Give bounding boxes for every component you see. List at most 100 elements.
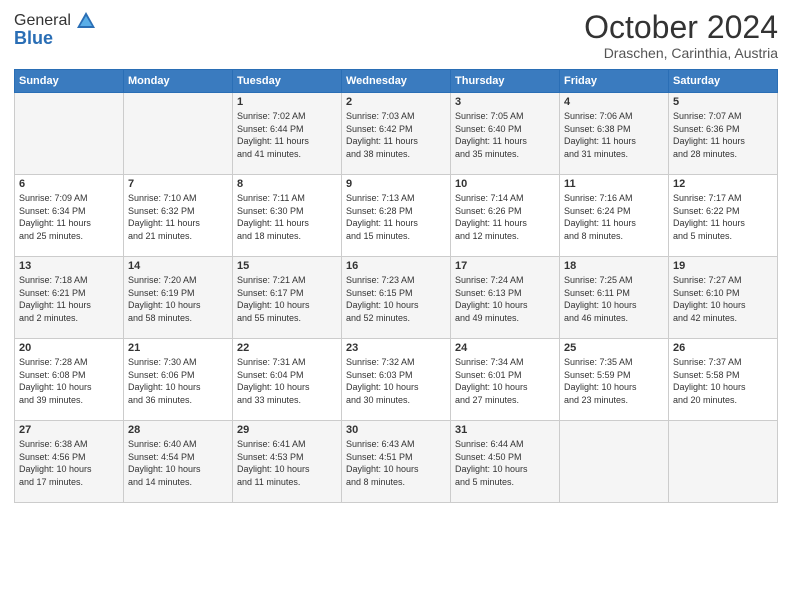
cell-info: Sunrise: 7:05 AMSunset: 6:40 PMDaylight:…	[455, 110, 555, 160]
calendar-cell: 25Sunrise: 7:35 AMSunset: 5:59 PMDayligh…	[560, 339, 669, 421]
header-cell-friday: Friday	[560, 70, 669, 93]
week-row-4: 20 Sunrise: 7:28 AMSunset: 6:08 PMDayligh…	[15, 339, 778, 421]
day-number: 1	[237, 96, 337, 108]
cell-info: Sunrise: 7:06 AMSunset: 6:38 PMDaylight:…	[564, 110, 664, 160]
header-cell-sunday: Sunday	[15, 70, 124, 93]
cell-info: Sunrise: 7:28 AMSunset: 6:08 PMDaylight:…	[19, 356, 119, 406]
calendar-cell	[669, 421, 778, 503]
calendar-cell: 19Sunrise: 7:27 AMSunset: 6:10 PMDayligh…	[669, 257, 778, 339]
cell-info: Sunrise: 7:10 AMSunset: 6:32 PMDaylight:…	[128, 192, 228, 242]
header-cell-monday: Monday	[124, 70, 233, 93]
day-number: 27	[19, 424, 119, 436]
calendar-cell: 13 Sunrise: 7:18 AMSunset: 6:21 PMDayligh…	[15, 257, 124, 339]
calendar-cell: 15Sunrise: 7:21 AMSunset: 6:17 PMDayligh…	[233, 257, 342, 339]
day-number: 31	[455, 424, 555, 436]
day-number: 4	[564, 96, 664, 108]
calendar-cell	[15, 93, 124, 175]
calendar-cell: 11 Sunrise: 7:16 AMSunset: 6:24 PMDayligh…	[560, 175, 669, 257]
day-number: 13	[19, 260, 119, 272]
cell-info: Sunrise: 7:32 AMSunset: 6:03 PMDaylight:…	[346, 356, 446, 406]
logo: General Blue	[14, 10, 97, 49]
header-cell-saturday: Saturday	[669, 70, 778, 93]
header-cell-thursday: Thursday	[451, 70, 560, 93]
cell-info: Sunrise: 7:30 AMSunset: 6:06 PMDaylight:…	[128, 356, 228, 406]
logo-icon	[75, 10, 97, 32]
calendar-cell: 30 Sunrise: 6:43 AMSunset: 4:51 PMDayligh…	[342, 421, 451, 503]
calendar-cell: 23 Sunrise: 7:32 AMSunset: 6:03 PMDayligh…	[342, 339, 451, 421]
title-section: October 2024 Draschen, Carinthia, Austri…	[584, 10, 778, 61]
calendar-cell: 28Sunrise: 6:40 AMSunset: 4:54 PMDayligh…	[124, 421, 233, 503]
cell-info: Sunrise: 7:02 AMSunset: 6:44 PMDaylight:…	[237, 110, 337, 160]
cell-info: Sunrise: 6:44 AMSunset: 4:50 PMDaylight:…	[455, 438, 555, 488]
calendar-table: SundayMondayTuesdayWednesdayThursdayFrid…	[14, 69, 778, 503]
calendar-cell: 16 Sunrise: 7:23 AMSunset: 6:15 PMDayligh…	[342, 257, 451, 339]
cell-info: Sunrise: 7:18 AMSunset: 6:21 PMDaylight:…	[19, 274, 119, 324]
calendar-cell: 12 Sunrise: 7:17 AMSunset: 6:22 PMDayligh…	[669, 175, 778, 257]
calendar-cell: 5 Sunrise: 7:07 AMSunset: 6:36 PMDaylight…	[669, 93, 778, 175]
day-number: 2	[346, 96, 446, 108]
calendar-cell: 6 Sunrise: 7:09 AMSunset: 6:34 PMDaylight…	[15, 175, 124, 257]
calendar-cell	[124, 93, 233, 175]
calendar-cell: 31 Sunrise: 6:44 AMSunset: 4:50 PMDayligh…	[451, 421, 560, 503]
day-number: 12	[673, 178, 773, 190]
cell-info: Sunrise: 6:41 AMSunset: 4:53 PMDaylight:…	[237, 438, 337, 488]
day-number: 9	[346, 178, 446, 190]
header-cell-tuesday: Tuesday	[233, 70, 342, 93]
cell-info: Sunrise: 6:43 AMSunset: 4:51 PMDaylight:…	[346, 438, 446, 488]
day-number: 11	[564, 178, 664, 190]
week-row-2: 6 Sunrise: 7:09 AMSunset: 6:34 PMDaylight…	[15, 175, 778, 257]
month-title: October 2024	[584, 10, 778, 45]
day-number: 25	[564, 342, 664, 354]
calendar-cell: 9 Sunrise: 7:13 AMSunset: 6:28 PMDaylight…	[342, 175, 451, 257]
calendar-cell: 21 Sunrise: 7:30 AMSunset: 6:06 PMDayligh…	[124, 339, 233, 421]
day-number: 16	[346, 260, 446, 272]
week-row-1: 1 Sunrise: 7:02 AMSunset: 6:44 PMDaylight…	[15, 93, 778, 175]
calendar-cell: 2 Sunrise: 7:03 AMSunset: 6:42 PMDaylight…	[342, 93, 451, 175]
day-number: 20	[19, 342, 119, 354]
day-number: 30	[346, 424, 446, 436]
calendar-cell: 8 Sunrise: 7:11 AMSunset: 6:30 PMDaylight…	[233, 175, 342, 257]
calendar-cell: 29 Sunrise: 6:41 AMSunset: 4:53 PMDayligh…	[233, 421, 342, 503]
day-number: 22	[237, 342, 337, 354]
day-number: 17	[455, 260, 555, 272]
cell-info: Sunrise: 7:25 AMSunset: 6:11 PMDaylight:…	[564, 274, 664, 324]
calendar-cell: 20 Sunrise: 7:28 AMSunset: 6:08 PMDayligh…	[15, 339, 124, 421]
cell-info: Sunrise: 7:03 AMSunset: 6:42 PMDaylight:…	[346, 110, 446, 160]
cell-info: Sunrise: 7:34 AMSunset: 6:01 PMDaylight:…	[455, 356, 555, 406]
week-row-3: 13 Sunrise: 7:18 AMSunset: 6:21 PMDayligh…	[15, 257, 778, 339]
day-number: 7	[128, 178, 228, 190]
page-header: General Blue October 2024 Draschen, Cari…	[14, 10, 778, 61]
cell-info: Sunrise: 7:11 AMSunset: 6:30 PMDaylight:…	[237, 192, 337, 242]
calendar-cell: 3 Sunrise: 7:05 AMSunset: 6:40 PMDaylight…	[451, 93, 560, 175]
cell-info: Sunrise: 7:07 AMSunset: 6:36 PMDaylight:…	[673, 110, 773, 160]
day-number: 3	[455, 96, 555, 108]
week-row-5: 27Sunrise: 6:38 AMSunset: 4:56 PMDayligh…	[15, 421, 778, 503]
day-number: 21	[128, 342, 228, 354]
cell-info: Sunrise: 7:14 AMSunset: 6:26 PMDaylight:…	[455, 192, 555, 242]
calendar-cell	[560, 421, 669, 503]
calendar-cell: 10 Sunrise: 7:14 AMSunset: 6:26 PMDayligh…	[451, 175, 560, 257]
location-subtitle: Draschen, Carinthia, Austria	[584, 45, 778, 61]
calendar-cell: 7 Sunrise: 7:10 AMSunset: 6:32 PMDaylight…	[124, 175, 233, 257]
day-number: 19	[673, 260, 773, 272]
day-number: 23	[346, 342, 446, 354]
day-number: 6	[19, 178, 119, 190]
header-row: SundayMondayTuesdayWednesdayThursdayFrid…	[15, 70, 778, 93]
day-number: 5	[673, 96, 773, 108]
calendar-cell: 14Sunrise: 7:20 AMSunset: 6:19 PMDayligh…	[124, 257, 233, 339]
header-cell-wednesday: Wednesday	[342, 70, 451, 93]
cell-info: Sunrise: 7:16 AMSunset: 6:24 PMDaylight:…	[564, 192, 664, 242]
calendar-cell: 27Sunrise: 6:38 AMSunset: 4:56 PMDayligh…	[15, 421, 124, 503]
day-number: 14	[128, 260, 228, 272]
day-number: 10	[455, 178, 555, 190]
cell-info: Sunrise: 7:37 AMSunset: 5:58 PMDaylight:…	[673, 356, 773, 406]
cell-info: Sunrise: 7:17 AMSunset: 6:22 PMDaylight:…	[673, 192, 773, 242]
cell-info: Sunrise: 7:09 AMSunset: 6:34 PMDaylight:…	[19, 192, 119, 242]
calendar-cell: 17Sunrise: 7:24 AMSunset: 6:13 PMDayligh…	[451, 257, 560, 339]
calendar-cell: 24Sunrise: 7:34 AMSunset: 6:01 PMDayligh…	[451, 339, 560, 421]
day-number: 29	[237, 424, 337, 436]
cell-info: Sunrise: 7:13 AMSunset: 6:28 PMDaylight:…	[346, 192, 446, 242]
cell-info: Sunrise: 7:23 AMSunset: 6:15 PMDaylight:…	[346, 274, 446, 324]
day-number: 8	[237, 178, 337, 190]
day-number: 26	[673, 342, 773, 354]
